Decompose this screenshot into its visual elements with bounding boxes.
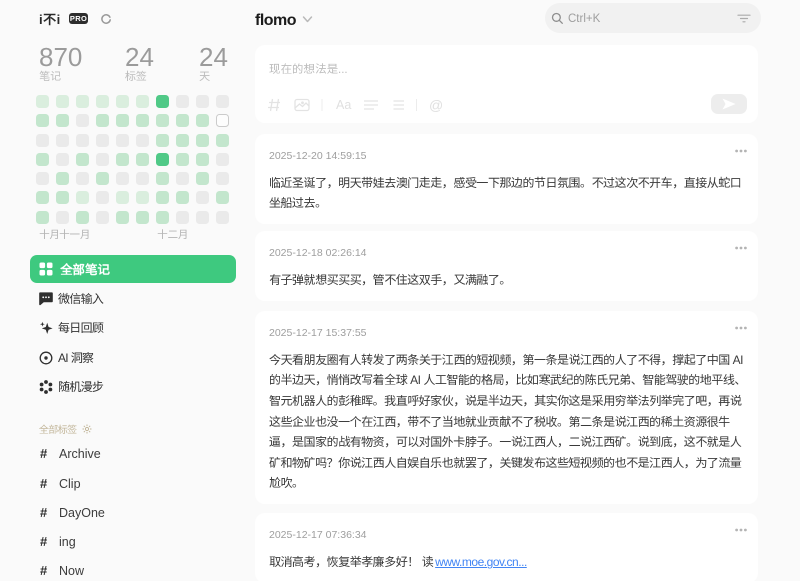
- svg-text:@: @: [429, 97, 443, 113]
- svg-text:Aa: Aa: [336, 98, 351, 112]
